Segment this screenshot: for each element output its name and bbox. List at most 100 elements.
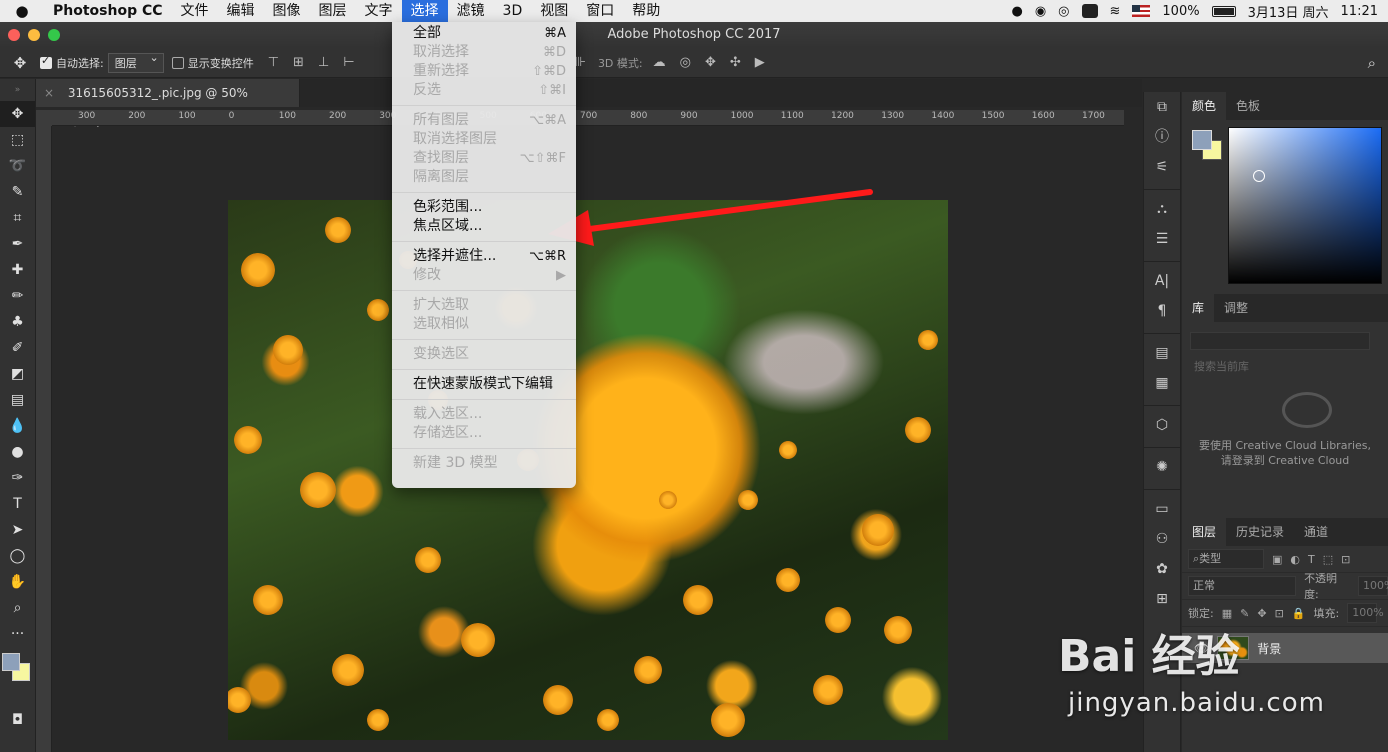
select-menu-item[interactable]: 全部 ⌘A bbox=[392, 24, 576, 43]
menu-item-label: 取消选择图层 bbox=[413, 131, 497, 147]
properties-icon[interactable]: ⚟ bbox=[1144, 152, 1180, 182]
character-icon[interactable]: A| bbox=[1144, 266, 1180, 296]
menu-item-label: 存储选区... bbox=[413, 425, 483, 441]
menu-item-shortcut: ▶ bbox=[556, 268, 566, 283]
select-menu-item[interactable]: 载入选区... bbox=[392, 405, 576, 424]
lock-pixels-icon[interactable]: ✎ bbox=[1240, 607, 1249, 620]
glyphs-icon[interactable]: ▦ bbox=[1144, 368, 1180, 398]
tab-color[interactable]: 颜色 bbox=[1182, 92, 1227, 120]
filter-adjustment-icon[interactable]: ◐ bbox=[1290, 553, 1300, 566]
select-menu-item[interactable]: 选取相似 bbox=[392, 315, 576, 334]
color-sampler-icon[interactable]: ✺ bbox=[1144, 452, 1180, 482]
timeline-icon[interactable]: ▭ bbox=[1144, 494, 1180, 524]
menu-separator bbox=[392, 105, 576, 106]
paragraph-icon[interactable]: ¶ bbox=[1144, 296, 1180, 326]
menu-item-shortcut: ⌥⌘A bbox=[529, 113, 566, 128]
creative-cloud-logo-icon bbox=[1282, 392, 1332, 428]
library-message-line2[interactable]: 请登录到 Creative Cloud bbox=[1182, 453, 1388, 468]
info-icon[interactable]: ⓘ bbox=[1144, 122, 1180, 152]
opacity-field[interactable]: 100% bbox=[1358, 576, 1388, 596]
menu-item-label: 全部 bbox=[413, 25, 441, 41]
select-menu-item[interactable]: 焦点区域... bbox=[392, 217, 576, 236]
tab-layers[interactable]: 图层 bbox=[1182, 518, 1227, 546]
menu-item-label: 焦点区域... bbox=[413, 218, 483, 234]
baidu-jingyan-watermark: Bai 经验 bbox=[1058, 631, 1240, 682]
tab-swatches[interactable]: 色板 bbox=[1226, 92, 1270, 120]
clone-source-icon[interactable]: ⚇ bbox=[1144, 524, 1180, 554]
fill-field[interactable]: 100% bbox=[1347, 603, 1384, 623]
layer-name[interactable]: 背景 bbox=[1257, 640, 1281, 657]
library-search-input[interactable]: 搜索当前库 bbox=[1190, 358, 1380, 376]
select-menu-item[interactable]: 隔离图层 bbox=[392, 168, 576, 187]
layer-kind-filter[interactable]: ⌕类型 bbox=[1188, 549, 1264, 569]
notes-icon[interactable]: ▤ bbox=[1144, 338, 1180, 368]
panel-foreground-swatch[interactable] bbox=[1192, 130, 1212, 150]
select-menu-item[interactable]: 存储选区... bbox=[392, 424, 576, 443]
watermark-url: jingyan.baidu.com bbox=[1068, 688, 1325, 718]
menu-item-shortcut: ⌥⇧⌘F bbox=[519, 151, 566, 166]
menu-separator bbox=[392, 241, 576, 242]
select-menu-item[interactable]: 取消选择 ⌘D bbox=[392, 43, 576, 62]
lock-transparent-icon[interactable]: ▦ bbox=[1222, 607, 1232, 620]
brush-panel-icon[interactable]: ⛬ bbox=[1144, 194, 1180, 224]
color-panel bbox=[1182, 120, 1388, 294]
select-menu-item[interactable]: 新建 3D 模型 bbox=[392, 454, 576, 473]
menu-item-shortcut: ⌘D bbox=[542, 45, 566, 60]
select-menu-item[interactable]: 反选 ⇧⌘I bbox=[392, 81, 576, 100]
library-dropdown[interactable] bbox=[1190, 332, 1370, 350]
select-menu-item[interactable]: 在快速蒙版模式下编辑 bbox=[392, 375, 576, 394]
menu-item-label: 在快速蒙版模式下编辑 bbox=[413, 376, 553, 392]
select-menu-dropdown: 全部 ⌘A 取消选择 ⌘D 重新选择 ⇧⌘D 反选 ⇧⌘I 所有图层 ⌥⌘A 取消选择图层查找图层 ⌥… bbox=[392, 22, 576, 488]
tab-channels[interactable]: 通道 bbox=[1294, 518, 1338, 546]
menu-item-shortcut: ⌘A bbox=[544, 26, 566, 41]
menu-item-label: 变换选区 bbox=[413, 346, 469, 362]
lock-label: 锁定: bbox=[1188, 607, 1214, 620]
blend-mode-dropdown[interactable]: 正常 bbox=[1188, 576, 1297, 596]
lock-position-icon[interactable]: ✥ bbox=[1257, 607, 1266, 620]
menu-separator bbox=[392, 339, 576, 340]
select-menu-item[interactable]: 变换选区 bbox=[392, 345, 576, 364]
select-menu-item[interactable]: 重新选择 ⇧⌘D bbox=[392, 62, 576, 81]
color-picker-cursor[interactable] bbox=[1253, 170, 1265, 182]
measurement-icon[interactable]: ⊞ bbox=[1144, 584, 1180, 614]
libraries-panel: 搜索当前库 要使用 Creative Cloud Libraries, 请登录到… bbox=[1182, 322, 1388, 518]
menu-item-label: 隔离图层 bbox=[413, 169, 469, 185]
filter-shape-icon[interactable]: ⬚ bbox=[1323, 553, 1333, 566]
filter-pixel-icon[interactable]: ▣ bbox=[1272, 553, 1282, 566]
tab-history[interactable]: 历史记录 bbox=[1226, 518, 1294, 546]
menu-item-label: 色彩范围... bbox=[413, 199, 483, 215]
menu-item-shortcut: ⇧⌘I bbox=[538, 83, 566, 98]
3d-panel-icon[interactable]: ⧉ bbox=[1144, 92, 1180, 122]
menu-item-label: 反选 bbox=[413, 82, 441, 98]
menu-item-label: 取消选择 bbox=[413, 44, 469, 60]
3d-cube-icon[interactable]: ⬡ bbox=[1144, 410, 1180, 440]
plugin-icon[interactable]: ✿ bbox=[1144, 554, 1180, 584]
select-menu-item[interactable]: 修改 ▶ bbox=[392, 266, 576, 285]
select-menu-item[interactable]: 扩大选取 bbox=[392, 296, 576, 315]
menu-item-label: 修改 bbox=[413, 267, 441, 283]
menu-item-label: 重新选择 bbox=[413, 63, 469, 79]
menu-item-label: 所有图层 bbox=[413, 112, 469, 128]
menu-item-shortcut: ⇧⌘D bbox=[532, 64, 566, 79]
select-menu-item[interactable]: 取消选择图层 bbox=[392, 130, 576, 149]
lock-artboard-icon[interactable]: ⊡ bbox=[1275, 607, 1284, 620]
menu-separator bbox=[392, 399, 576, 400]
lock-all-icon[interactable]: 🔒 bbox=[1292, 607, 1306, 620]
menu-item-label: 扩大选取 bbox=[413, 297, 469, 313]
menu-item-label: 选取相似 bbox=[413, 316, 469, 332]
select-menu-item[interactable]: 查找图层 ⌥⇧⌘F bbox=[392, 149, 576, 168]
menu-separator bbox=[392, 192, 576, 193]
select-menu-item[interactable]: 所有图层 ⌥⌘A bbox=[392, 111, 576, 130]
select-menu-item[interactable]: 选择并遮住... ⌥⌘R bbox=[392, 247, 576, 266]
color-picker-field[interactable] bbox=[1228, 127, 1382, 284]
fill-label: 填充: bbox=[1313, 607, 1340, 620]
filter-smart-icon[interactable]: ⊡ bbox=[1341, 553, 1350, 566]
library-signin-message: 要使用 Creative Cloud Libraries, 请登录到 Creat… bbox=[1182, 438, 1388, 468]
filter-type-icon[interactable]: T bbox=[1308, 553, 1315, 566]
library-message-line1: 要使用 Creative Cloud Libraries, bbox=[1198, 439, 1372, 452]
select-menu-item[interactable]: 色彩范围... bbox=[392, 198, 576, 217]
layers-panel-tabs: 图层 历史记录 通道 bbox=[1182, 518, 1388, 546]
tab-adjustments[interactable]: 调整 bbox=[1214, 294, 1258, 322]
adjustments-icon[interactable]: ☰ bbox=[1144, 224, 1180, 254]
tab-libraries[interactable]: 库 bbox=[1182, 294, 1215, 322]
